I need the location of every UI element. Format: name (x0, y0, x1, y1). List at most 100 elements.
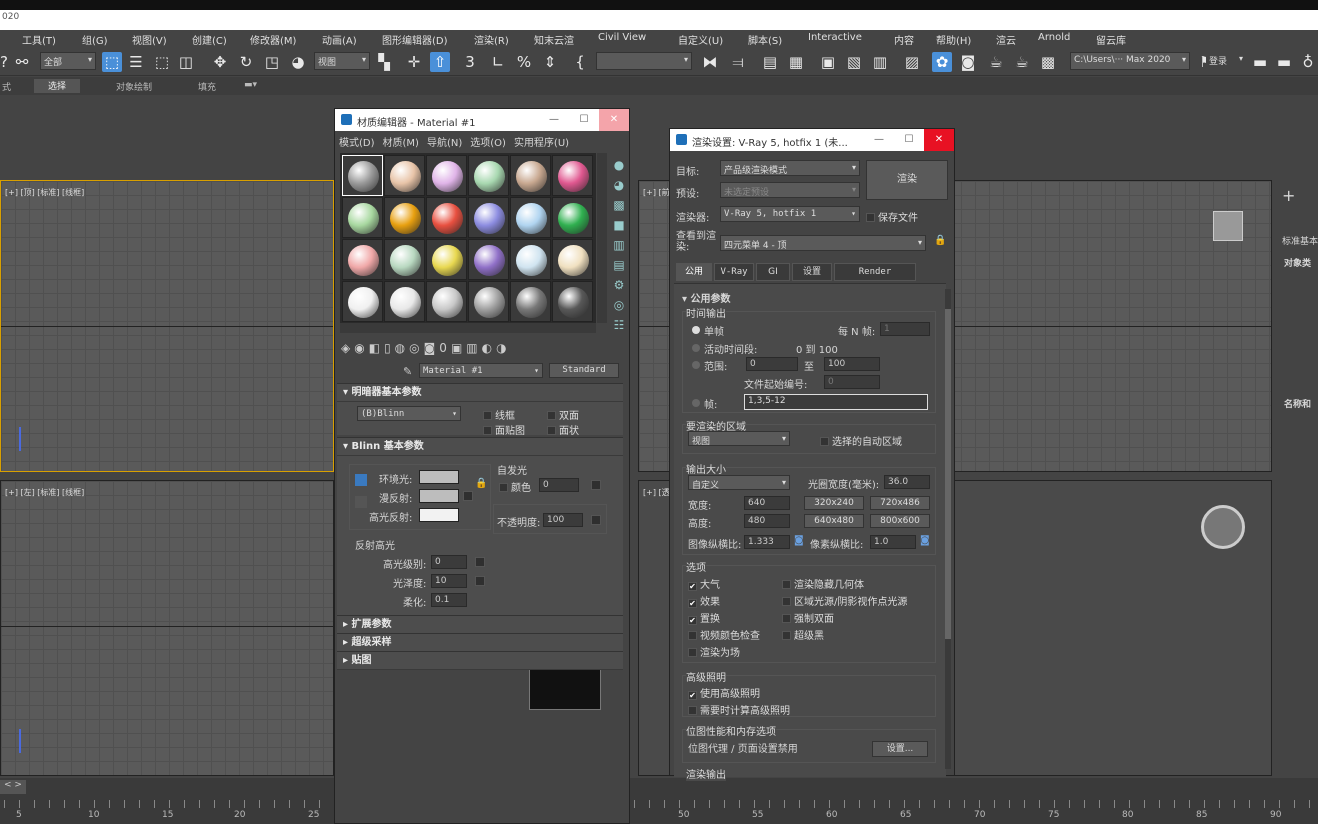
target-dropdown[interactable]: 产品级渲染模式 (720, 160, 860, 176)
material-menu-item[interactable]: 导航(N) (427, 138, 462, 149)
shader-type-dropdown[interactable]: (B)Blinn (357, 406, 461, 421)
extended-params-rollout[interactable]: ▸ 扩展参数 (337, 615, 623, 634)
open-icon[interactable]: ▬ (1274, 52, 1294, 72)
active-segment-radio[interactable] (692, 344, 700, 352)
maximize-button[interactable]: ☐ (894, 129, 924, 151)
spec-level-map-button[interactable] (475, 557, 485, 567)
viewport-top-label[interactable]: [+] [顶] [标准] [线框] (5, 187, 84, 198)
material-slot[interactable] (426, 197, 467, 238)
viewcube-icon[interactable] (1201, 505, 1245, 549)
menu-item[interactable]: 知末云渲 (534, 32, 574, 47)
slots-scrollbar[interactable] (597, 153, 607, 323)
scale-icon[interactable]: ◳ (262, 52, 282, 72)
frames-radio[interactable] (692, 399, 700, 407)
res-preset-320[interactable]: 320x240 (804, 496, 864, 510)
material-slot[interactable] (468, 155, 509, 196)
render-setup-scrollbar[interactable] (945, 289, 951, 769)
image-aspect-spinner[interactable]: 1.333 (744, 535, 790, 549)
create-icon[interactable]: + (1282, 186, 1295, 205)
viewport-front-label[interactable]: [+] [前 (643, 187, 670, 198)
opacity-spinner[interactable]: 100 (543, 513, 583, 527)
menu-item[interactable]: 渲染(R) (474, 32, 509, 47)
material-slot[interactable] (426, 155, 467, 196)
material-slot[interactable] (468, 239, 509, 280)
gloss-map-button[interactable] (475, 576, 485, 586)
menu-item[interactable]: Interactive (808, 32, 862, 43)
height-spinner[interactable]: 480 (744, 514, 790, 528)
viewport-left[interactable]: [+] [左] [标准] [线框] (0, 480, 334, 776)
res-preset-800[interactable]: 800x600 (870, 514, 930, 528)
material-slot[interactable] (552, 239, 593, 280)
selection-filter-dropdown[interactable]: 全部 (40, 52, 96, 70)
material-slot[interactable] (468, 281, 509, 322)
ref-coord-dropdown[interactable]: 视图 (314, 52, 370, 70)
link-icon[interactable]: ⚯ (12, 52, 32, 72)
project-path-dropdown[interactable]: C:\Users\··· Max 2020 (1070, 52, 1190, 70)
select-by-material-icon[interactable]: ◎ (611, 295, 627, 315)
named-selection-icon[interactable]: { (570, 52, 590, 72)
timeline-nav-arrow-icon[interactable]: < > (0, 780, 26, 794)
reset-icon[interactable]: ▯ (384, 341, 395, 355)
viewport-left-label[interactable]: [+] [左] [标准] [线框] (5, 487, 84, 498)
material-slot[interactable] (384, 197, 425, 238)
self-illum-map-button[interactable] (591, 480, 601, 490)
viewport-persp-label[interactable]: [+] [透 (643, 487, 670, 498)
maps-header[interactable]: ▸ 贴图 (337, 652, 623, 670)
range-to-spinner[interactable]: 100 (824, 357, 880, 371)
area-lights-point-checkbox[interactable]: 区域光源/阴影视作点光源 (782, 593, 907, 608)
material-slot[interactable] (426, 281, 467, 322)
snap-3d-icon[interactable]: 3 (460, 52, 480, 72)
show-end-icon[interactable]: ▥ (466, 341, 481, 355)
select-object-icon[interactable]: ⬚ (102, 52, 122, 72)
self-illum-spinner[interactable]: 0 (539, 478, 579, 492)
menu-item[interactable]: 视图(V) (132, 32, 167, 47)
material-slot[interactable] (468, 197, 509, 238)
menu-item[interactable]: 留云库 (1096, 32, 1126, 47)
video-color-icon[interactable]: ▥ (611, 235, 627, 255)
render-iterative-icon[interactable]: ☕ (1012, 52, 1032, 72)
opacity-map-button[interactable] (591, 515, 601, 525)
lock-aspect-icon[interactable]: ◙ (794, 535, 804, 546)
material-slot[interactable] (510, 281, 551, 322)
atmospherics-checkbox[interactable]: ✔ 大气 (688, 576, 720, 591)
renderer-dropdown[interactable]: V-Ray 5, hotfix 1 (720, 206, 860, 222)
supersampling-header[interactable]: ▸ 超级采样 (337, 634, 623, 652)
show-shaded-icon[interactable]: ▣ (451, 341, 466, 355)
material-slot[interactable] (510, 239, 551, 280)
diffuse-map-button[interactable] (463, 491, 473, 501)
put-library-icon[interactable]: ◙ (424, 341, 440, 355)
object-type-section[interactable]: 对象类 (1284, 256, 1311, 269)
menu-item[interactable]: 帮助(H) (936, 32, 971, 47)
sample-type-icon[interactable]: ● (611, 155, 627, 175)
menu-item[interactable]: 组(G) (82, 32, 108, 47)
ribbon-tab-populate[interactable]: 填充 (198, 80, 216, 93)
percent-snap-icon[interactable]: % (514, 52, 534, 72)
angle-snap-icon[interactable]: ∟ (488, 52, 508, 72)
material-slot[interactable] (552, 155, 593, 196)
tab-settings[interactable]: 设置 (792, 263, 832, 281)
material-slot[interactable] (552, 197, 593, 238)
material-slot[interactable] (342, 155, 383, 196)
material-editor-icon[interactable]: ▥ (870, 52, 890, 72)
uv-tiling-icon[interactable]: ■ (611, 215, 627, 235)
menu-item[interactable]: Arnold (1038, 32, 1070, 43)
slots-hscrollbar[interactable] (340, 323, 596, 333)
diffuse-swatch[interactable] (419, 489, 459, 503)
lock-ambient-diffuse-icon[interactable] (355, 474, 367, 486)
menu-item[interactable]: 动画(A) (322, 32, 357, 47)
render-setup-icon[interactable]: ▨ (902, 52, 922, 72)
go-parent-icon[interactable]: ◐ (482, 341, 496, 355)
force-two-sided-checkbox[interactable]: 强制双面 (782, 610, 834, 625)
curve-editor-icon[interactable]: ▣ (818, 52, 838, 72)
shader-basic-header[interactable]: ▾ 明暗器基本参数 (337, 384, 623, 402)
compute-adv-lighting-checkbox[interactable]: 需要时计算高级照明 (688, 702, 790, 717)
layer-explorer-icon[interactable]: ▦ (786, 52, 806, 72)
make-preview-icon[interactable]: ▤ (611, 255, 627, 275)
common-params-header[interactable]: ▾ 公用参数 (682, 290, 731, 305)
material-slot[interactable] (552, 281, 593, 322)
gloss-spinner[interactable]: 10 (431, 574, 467, 588)
material-slot[interactable] (342, 239, 383, 280)
lock-pixel-aspect-icon[interactable]: ◙ (920, 535, 930, 546)
schematic-view-icon[interactable]: ▧ (844, 52, 864, 72)
effects-checkbox[interactable]: ✔ 效果 (688, 593, 720, 608)
